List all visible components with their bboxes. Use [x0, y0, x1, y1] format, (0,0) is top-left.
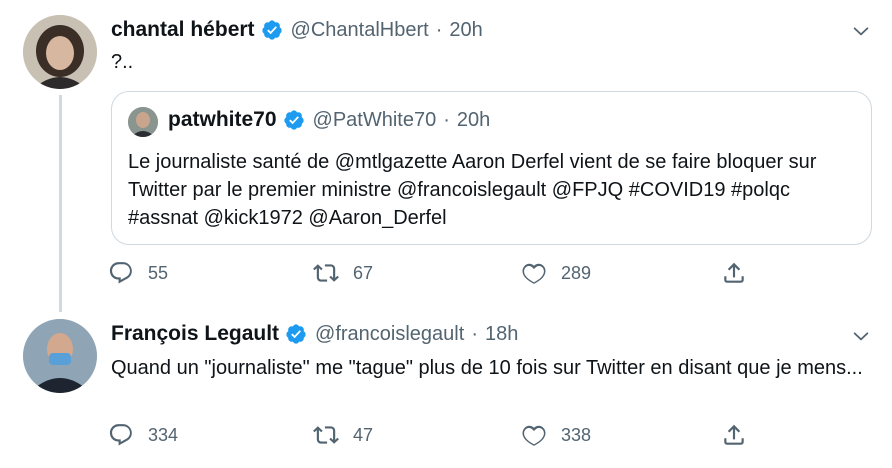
- author-handle[interactable]: @PatWhite70: [313, 109, 437, 132]
- verified-badge-icon: [261, 20, 282, 40]
- quoted-tweet[interactable]: patwhite70 @PatWhite70 · 20h Le journali…: [111, 91, 872, 245]
- verified-badge-icon: [283, 110, 304, 130]
- share-icon: [724, 424, 744, 445]
- like-button[interactable]: 338: [521, 422, 591, 448]
- timestamp[interactable]: 20h: [457, 109, 490, 132]
- author-handle[interactable]: @francoislegault: [315, 323, 464, 346]
- chevron-down-icon[interactable]: [852, 22, 870, 40]
- author-name[interactable]: François Legault: [111, 322, 279, 346]
- retweet-icon: [313, 426, 339, 444]
- separator-dot: ·: [471, 322, 478, 345]
- reply-count: 55: [148, 262, 169, 283]
- tweet-header: chantal hébert @ChantalHbert · 20h: [111, 18, 483, 42]
- avatar[interactable]: [23, 15, 97, 89]
- verified-badge-icon: [286, 324, 306, 344]
- like-icon: [522, 425, 546, 446]
- reply-button[interactable]: 334: [108, 422, 178, 448]
- retweet-count: 47: [353, 424, 374, 445]
- tweet-text: ?..: [111, 51, 134, 73]
- retweet-button[interactable]: 47: [313, 422, 373, 448]
- share-button[interactable]: [721, 422, 747, 448]
- share-button[interactable]: [721, 260, 747, 286]
- retweet-button[interactable]: 67: [313, 260, 373, 286]
- tweet-header: François Legault @francoislegault · 18h: [111, 322, 518, 346]
- author-name[interactable]: patwhite70: [168, 108, 277, 132]
- reply-icon: [109, 424, 132, 446]
- author-name[interactable]: chantal hébert: [111, 18, 255, 42]
- author-handle[interactable]: @ChantalHbert: [291, 19, 429, 42]
- tweet-text: Quand un "journaliste" me "tague" plus d…: [111, 357, 863, 379]
- action-bar: 334 47 338: [108, 422, 748, 452]
- like-count: 338: [561, 424, 592, 445]
- timestamp[interactable]: 20h: [449, 19, 482, 42]
- quoted-text: Le journaliste santé de @mtlgazette Aaro…: [128, 151, 817, 229]
- timestamp[interactable]: 18h: [485, 323, 518, 346]
- quoted-header: patwhite70 @PatWhite70 · 20h: [168, 108, 490, 132]
- thread-line: [59, 95, 62, 312]
- like-count: 289: [561, 262, 592, 283]
- separator-dot: ·: [435, 18, 443, 41]
- retweet-count: 67: [353, 262, 374, 283]
- action-bar: 55 67 289: [108, 260, 748, 290]
- reply-count: 334: [148, 424, 179, 445]
- like-button[interactable]: 289: [521, 260, 591, 286]
- share-icon: [724, 262, 744, 283]
- like-icon: [522, 263, 546, 284]
- separator-dot: ·: [443, 108, 450, 131]
- avatar[interactable]: [23, 319, 97, 393]
- reply-button[interactable]: 55: [108, 260, 168, 286]
- reply-icon: [109, 262, 132, 284]
- chevron-down-icon[interactable]: [852, 327, 870, 345]
- retweet-icon: [313, 264, 339, 282]
- tweet-legault[interactable]: François Legault @francoislegault · 18h …: [0, 310, 892, 468]
- tweet-chantal[interactable]: chantal hébert @ChantalHbert · 20h ?.. p…: [0, 0, 892, 320]
- avatar[interactable]: [128, 107, 158, 137]
